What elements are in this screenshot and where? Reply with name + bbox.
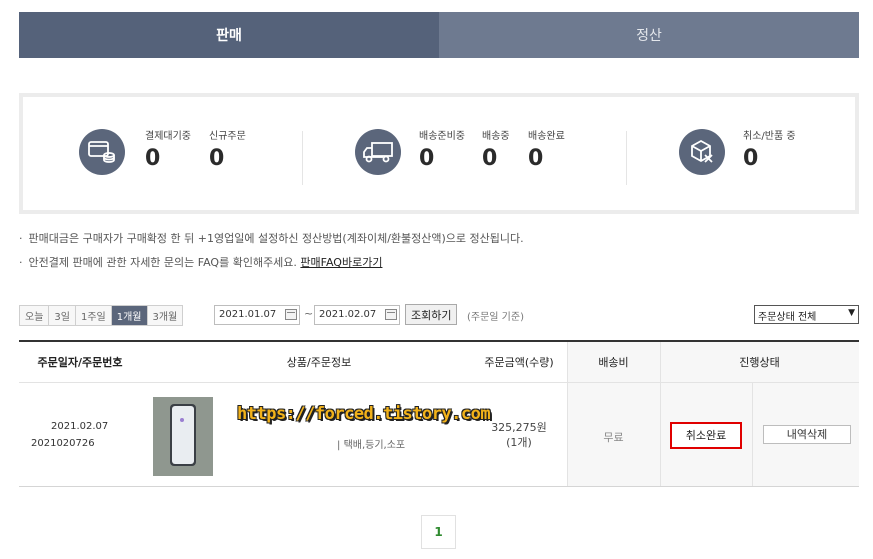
notice-text: 안전결제 판매에 관한 자세한 문의는 FAQ를 확인해주세요. — [28, 256, 297, 269]
stat-delivered[interactable]: 배송완료 0 — [528, 127, 565, 171]
stat-value: 0 — [743, 146, 759, 171]
stat-preparing[interactable]: 배송준비중 0 — [419, 127, 465, 171]
tab-sales[interactable]: 판매 — [19, 12, 439, 58]
delivery-method: | 택배,등기,소포 — [337, 440, 406, 451]
period-3days-button[interactable]: 3일 — [49, 306, 76, 325]
header-status: 진행상태 — [739, 356, 780, 369]
header-amount: 주문금액(수량) — [484, 356, 554, 369]
notice-faq: · 안전결제 판매에 관한 자세한 문의는 FAQ를 확인해주세요. 판매FAQ바… — [19, 256, 383, 269]
date-to-value: 2021.02.07 — [319, 309, 377, 320]
search-button[interactable]: 조회하기 — [405, 304, 458, 325]
shipping-fee: 무료 — [603, 431, 624, 444]
notice-list: · 판매대금은 구매자가 구매확정 한 뒤 +1영업일에 설정하신 정산방법(계좌… — [19, 232, 524, 280]
date-to-field[interactable]: 2021.02.07 — [314, 305, 400, 325]
card-payment-icon — [79, 129, 125, 175]
date-basis-label: (주문일 기준) — [467, 312, 524, 323]
stat-label: 배송준비중 — [419, 131, 465, 142]
delete-history-button[interactable]: 내역삭제 — [763, 425, 851, 444]
period-buttons: 오늘 3일 1주일 1개월 3개월 — [19, 305, 184, 326]
period-3months-button[interactable]: 3개월 — [147, 306, 183, 325]
stat-label: 배송완료 — [528, 131, 565, 142]
notice-settlement: · 판매대금은 구매자가 구매확정 한 뒤 +1영업일에 설정하신 정산방법(계좌… — [19, 232, 524, 245]
chevron-down-icon: ▼ — [848, 308, 855, 318]
amount-value: 325,275원 — [491, 421, 547, 434]
cancel-box-icon — [679, 129, 725, 175]
main-tabs: 판매 정산 — [19, 12, 859, 58]
order-amount: 325,275원 (1개) — [459, 420, 579, 450]
delivery-method-text: 택배,등기,소포 — [343, 440, 406, 451]
order-date: 2021.02.07 — [51, 421, 109, 432]
order-filter-bar: 오늘 3일 1주일 1개월 3개월 2021.01.07 ~ 2021.02.0… — [19, 304, 859, 326]
table-row: 2021.02.07 2021020726 https://forced.tis… — [19, 383, 859, 487]
divider — [660, 383, 661, 486]
stat-new-orders[interactable]: 신규주문 0 — [209, 127, 246, 171]
order-status-value: 주문상태 전체 — [758, 312, 817, 323]
stat-value: 0 — [528, 146, 544, 171]
date-from-value: 2021.01.07 — [219, 309, 277, 320]
order-table: 주문일자/주문번호 상품/주문정보 주문금액(수량) 배송비 진행상태 2021… — [19, 340, 859, 487]
stat-value: 0 — [209, 146, 225, 171]
stat-payment-pending[interactable]: 결제대기중 0 — [145, 127, 191, 171]
stat-label: 취소/반품 중 — [743, 131, 796, 142]
stat-label: 배송중 — [482, 131, 510, 142]
period-today-button[interactable]: 오늘 — [20, 306, 50, 325]
header-order: 주문일자/주문번호 — [37, 356, 123, 369]
stat-cancel-return[interactable]: 취소/반품 중 0 — [743, 127, 796, 171]
header-product: 상품/주문정보 — [286, 356, 352, 369]
notice-text: 판매대금은 구매자가 구매확정 한 뒤 +1영업일에 설정하신 정산방법(계좌이… — [28, 232, 524, 245]
header-shipping: 배송비 — [598, 356, 629, 369]
period-1month-button[interactable]: 1개월 — [111, 306, 148, 325]
divider — [752, 383, 753, 486]
tab-settlement[interactable]: 정산 — [439, 12, 859, 58]
quantity-value: (1개) — [506, 436, 532, 449]
order-status-select[interactable]: 주문상태 전체 ▼ — [754, 305, 859, 324]
stat-label: 결제대기중 — [145, 131, 191, 142]
faq-link[interactable]: 판매FAQ바로가기 — [300, 256, 382, 269]
stat-label: 신규주문 — [209, 131, 246, 142]
stat-value: 0 — [419, 146, 435, 171]
stat-shipping[interactable]: 배송중 0 — [482, 127, 510, 171]
table-header: 주문일자/주문번호 상품/주문정보 주문금액(수량) 배송비 진행상태 — [19, 342, 859, 383]
watermark-text: https://forced.tistory.com — [237, 404, 491, 424]
phone-image — [170, 404, 196, 466]
period-1week-button[interactable]: 1주일 — [75, 306, 112, 325]
calendar-icon[interactable] — [385, 309, 397, 320]
stat-value: 0 — [482, 146, 498, 171]
status-badge: 취소완료 — [670, 422, 742, 449]
date-from-field[interactable]: 2021.01.07 — [214, 305, 300, 325]
order-summary-panel: 결제대기중 0 신규주문 0 배송준비중 0 배송중 0 배송완료 0 취소/반… — [19, 93, 859, 214]
order-number[interactable]: 2021020726 — [31, 438, 95, 449]
calendar-icon[interactable] — [285, 309, 297, 320]
delivery-truck-icon — [355, 129, 401, 175]
page-1-button[interactable]: 1 — [421, 515, 456, 549]
divider — [626, 131, 627, 185]
divider — [302, 131, 303, 185]
product-thumbnail[interactable] — [153, 397, 213, 476]
stat-value: 0 — [145, 146, 161, 171]
date-range-separator: ~ — [304, 307, 314, 320]
